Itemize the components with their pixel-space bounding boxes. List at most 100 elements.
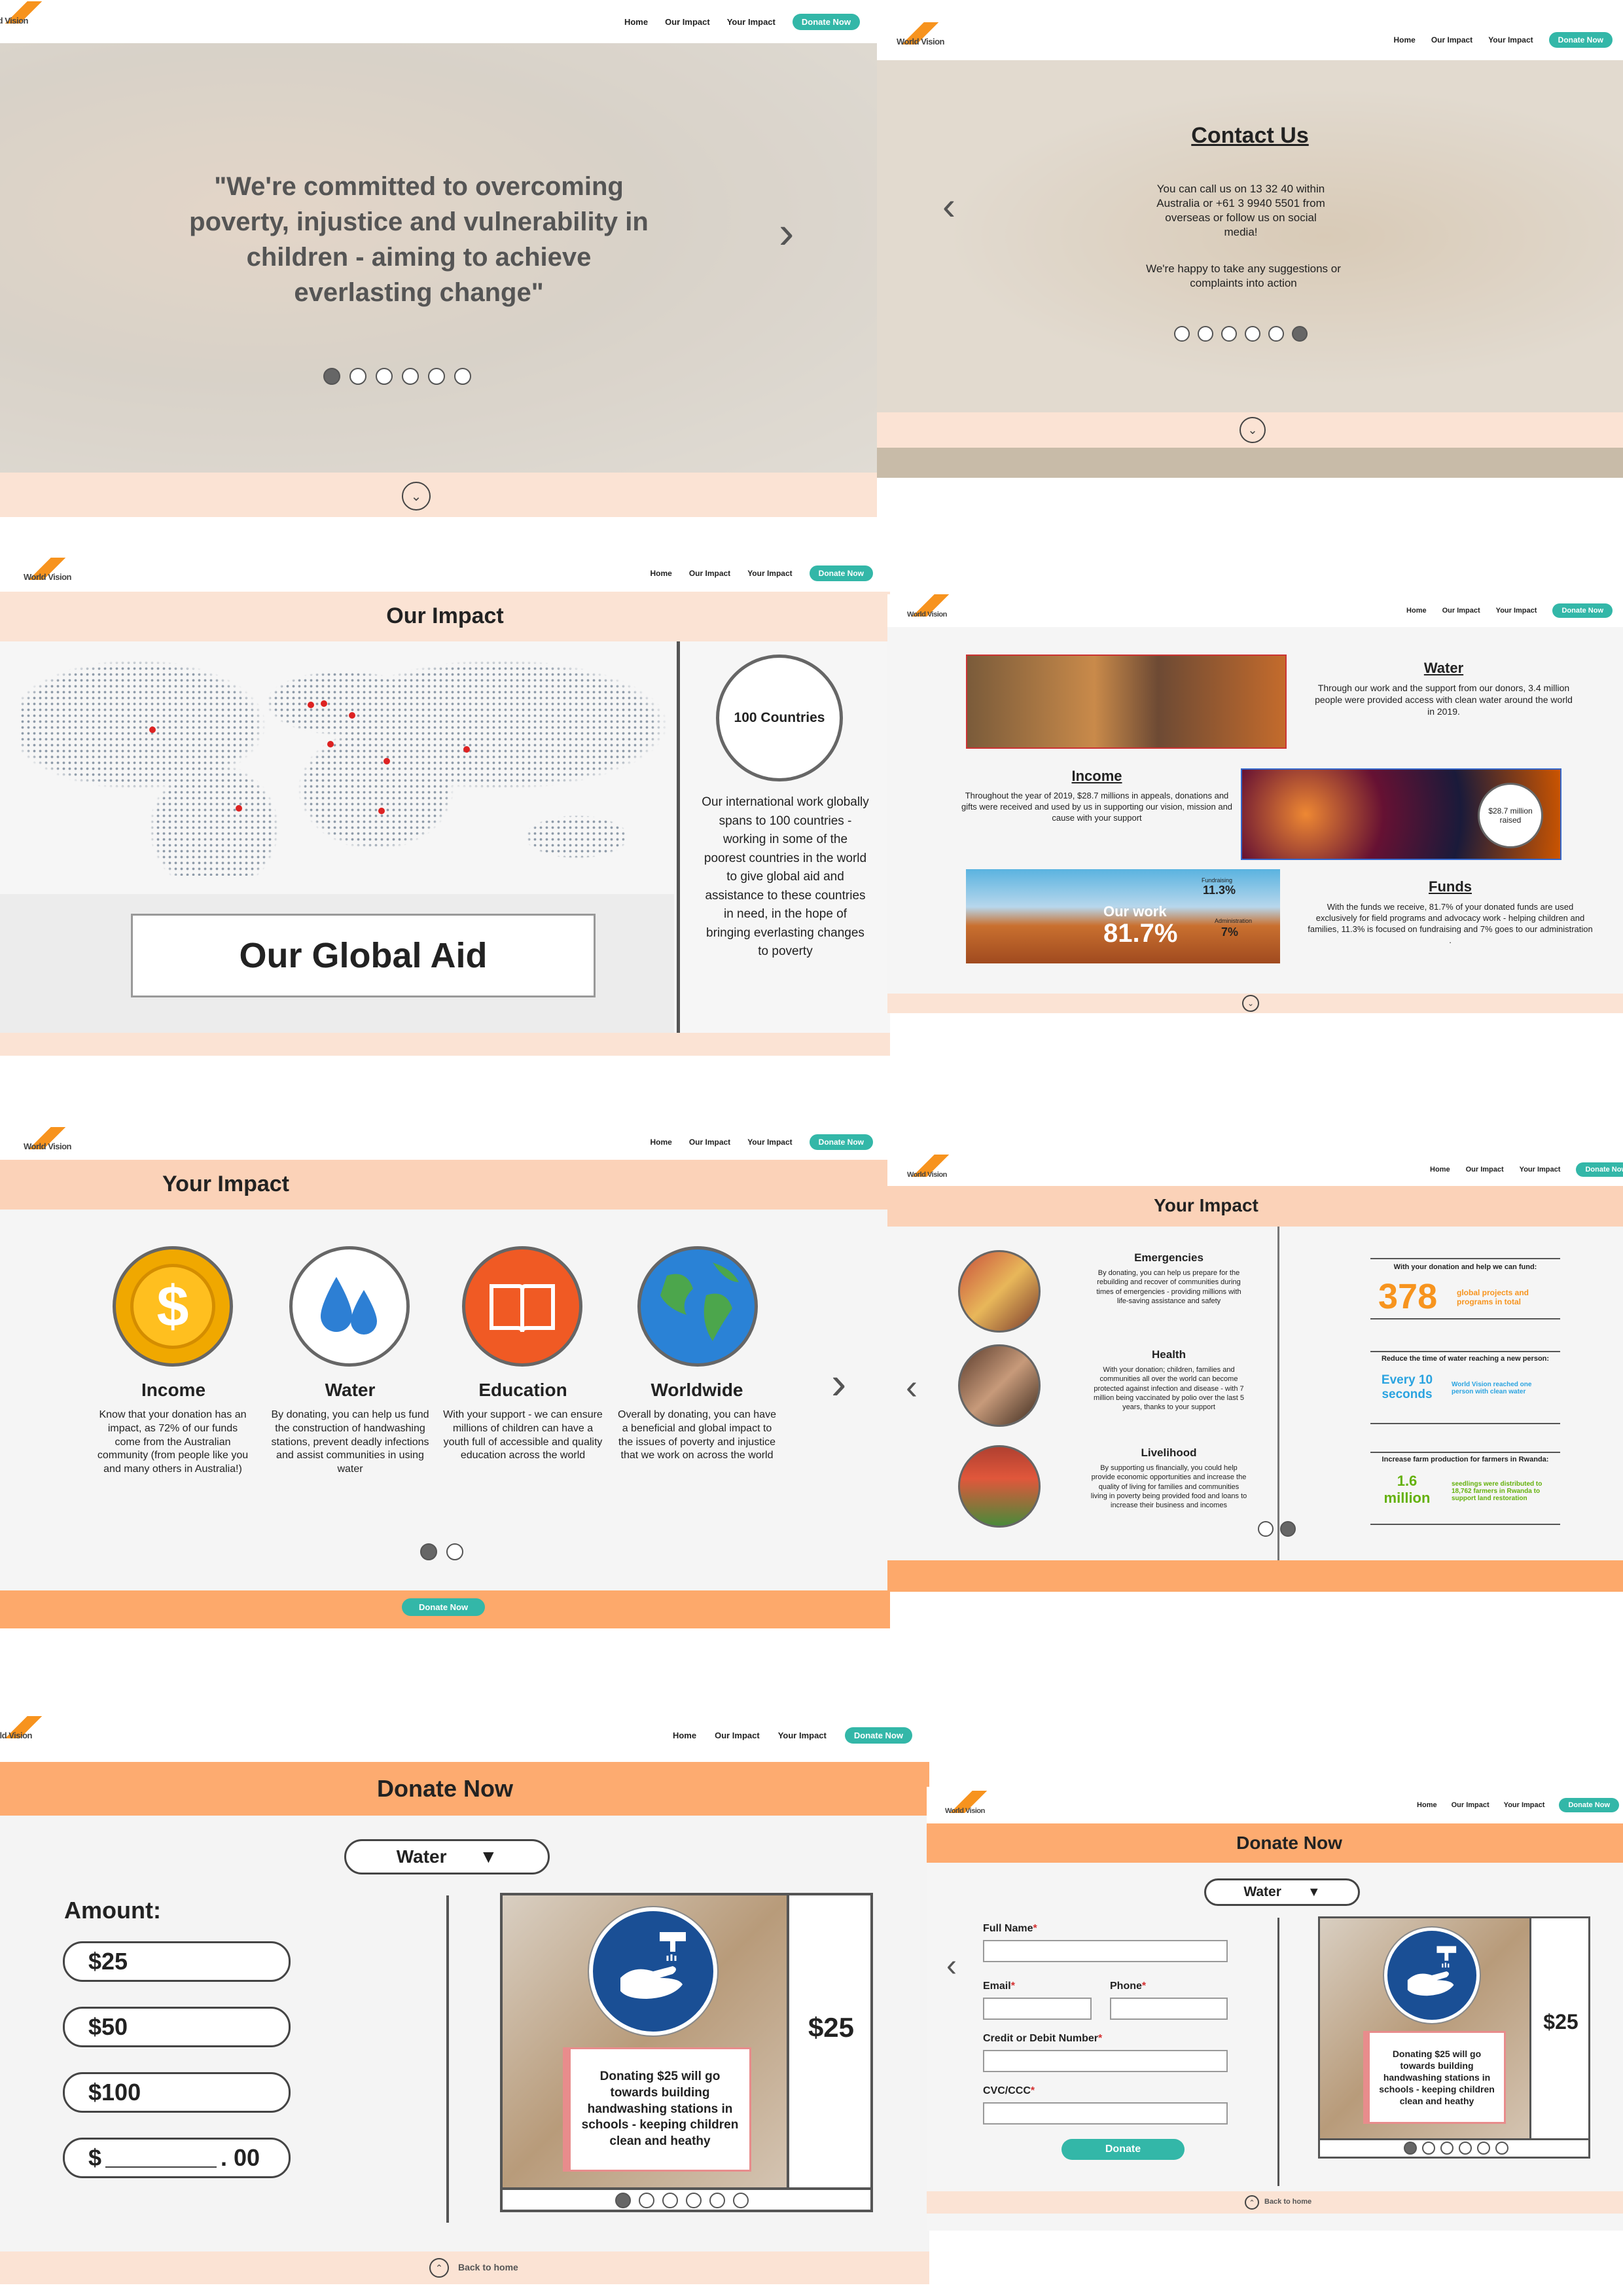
next-arrow-icon[interactable]: › bbox=[831, 1360, 846, 1406]
card-number-input[interactable] bbox=[983, 2050, 1228, 2072]
carousel-dot[interactable] bbox=[686, 2193, 702, 2208]
world-vision-logo[interactable]: World Vision bbox=[907, 1155, 953, 1179]
custom-amount-field[interactable] bbox=[105, 2148, 217, 2168]
nav-your-impact[interactable]: Your Impact bbox=[778, 1731, 827, 1740]
email-input[interactable] bbox=[983, 1998, 1092, 2020]
world-vision-logo[interactable]: World Vision bbox=[24, 1127, 71, 1151]
nav-our-impact[interactable]: Our Impact bbox=[689, 1138, 730, 1147]
nav-home[interactable]: Home bbox=[673, 1731, 696, 1740]
cvc-input[interactable] bbox=[983, 2102, 1228, 2125]
prev-arrow-icon[interactable]: ‹ bbox=[946, 1950, 957, 1982]
amount-option-100[interactable]: $100 bbox=[63, 2072, 291, 2113]
chevron-down-icon[interactable]: ⌄ bbox=[1242, 995, 1259, 1012]
chevron-down-icon[interactable]: ⌄ bbox=[1240, 417, 1266, 443]
nav-your-impact[interactable]: Your Impact bbox=[1520, 1166, 1561, 1174]
prev-arrow-icon[interactable]: ‹ bbox=[942, 187, 955, 226]
carousel-dot[interactable] bbox=[1495, 2142, 1508, 2155]
nav-donate-button[interactable]: Donate Now bbox=[1576, 1162, 1623, 1177]
carousel-dot[interactable] bbox=[1422, 2142, 1435, 2155]
nav-donate-button[interactable]: Donate Now bbox=[809, 565, 873, 581]
world-vision-logo[interactable]: World Vision bbox=[24, 558, 71, 582]
chevron-up-icon[interactable]: ⌃ bbox=[1245, 2195, 1259, 2210]
full-name-input[interactable] bbox=[983, 1940, 1228, 1962]
nav-home[interactable]: Home bbox=[1406, 607, 1427, 615]
next-arrow-icon[interactable]: › bbox=[779, 209, 794, 255]
world-vision-logo[interactable]: World Vision bbox=[945, 1791, 991, 1815]
nav-your-impact[interactable]: Your Impact bbox=[727, 17, 776, 27]
carousel-dot[interactable] bbox=[1440, 2142, 1454, 2155]
carousel-dot[interactable] bbox=[1280, 1521, 1296, 1537]
carousel-dot[interactable] bbox=[454, 368, 471, 385]
carousel-dot[interactable] bbox=[1268, 326, 1284, 342]
back-to-home-link[interactable]: Back to home bbox=[458, 2262, 518, 2272]
world-vision-logo[interactable]: World Vision bbox=[0, 1716, 48, 1740]
carousel-dot[interactable] bbox=[446, 1543, 463, 1560]
nav-your-impact[interactable]: Your Impact bbox=[1496, 607, 1537, 615]
nav-our-impact[interactable]: Our Impact bbox=[1452, 1801, 1489, 1809]
nav-home[interactable]: Home bbox=[650, 569, 671, 578]
carousel-dot[interactable] bbox=[349, 368, 366, 385]
nav-donate-button[interactable]: Donate Now bbox=[1548, 32, 1613, 48]
nav-our-impact[interactable]: Our Impact bbox=[715, 1731, 760, 1740]
global-aid-box[interactable]: Our Global Aid bbox=[131, 914, 596, 997]
nav-donate-button[interactable]: Donate Now bbox=[1559, 1798, 1619, 1812]
carousel-dot[interactable] bbox=[1258, 1521, 1274, 1537]
back-to-home-link[interactable]: Back to home bbox=[1264, 2198, 1311, 2206]
world-vision-logo[interactable]: World Vision bbox=[897, 22, 944, 46]
carousel-dot[interactable] bbox=[1292, 326, 1308, 342]
carousel-dot[interactable] bbox=[323, 368, 340, 385]
emergencies-title: Emergencies bbox=[1134, 1251, 1204, 1264]
carousel-dot[interactable] bbox=[733, 2193, 749, 2208]
carousel-dot[interactable] bbox=[402, 368, 419, 385]
chevron-down-icon[interactable]: ⌄ bbox=[402, 482, 431, 511]
carousel-dot[interactable] bbox=[1459, 2142, 1472, 2155]
nav-home[interactable]: Home bbox=[1417, 1801, 1437, 1809]
carousel-dot[interactable] bbox=[1221, 326, 1237, 342]
amount-custom-input[interactable]: $ . 00 bbox=[63, 2138, 291, 2178]
carousel-dot[interactable] bbox=[1245, 326, 1260, 342]
carousel-dot[interactable] bbox=[615, 2193, 631, 2208]
panel-your-impact-2: World Vision Home Our Impact Your Impact… bbox=[887, 1153, 1623, 1592]
donate-now-button[interactable]: Donate Now bbox=[402, 1598, 486, 1616]
phone-input[interactable] bbox=[1110, 1998, 1228, 2020]
nav-donate-button[interactable]: Donate Now bbox=[792, 13, 860, 30]
nav-our-impact[interactable]: Our Impact bbox=[1442, 607, 1480, 615]
prev-arrow-icon[interactable]: ‹ bbox=[906, 1369, 918, 1405]
nav-our-impact[interactable]: Our Impact bbox=[1466, 1166, 1504, 1174]
nav-your-impact[interactable]: Your Impact bbox=[747, 1138, 792, 1147]
amount-option-50[interactable]: $50 bbox=[63, 2007, 291, 2047]
carousel-dot[interactable] bbox=[1404, 2142, 1417, 2155]
carousel-dots bbox=[323, 368, 471, 385]
nav-donate-button[interactable]: Donate Now bbox=[809, 1134, 873, 1150]
carousel-dot[interactable] bbox=[376, 368, 393, 385]
nav-donate-button[interactable]: Donate Now bbox=[1552, 603, 1613, 618]
water-drop-icon bbox=[289, 1246, 410, 1367]
cause-select[interactable]: Water ▼ bbox=[344, 1839, 550, 1874]
nav-home[interactable]: Home bbox=[1393, 35, 1415, 45]
nav-home[interactable]: Home bbox=[624, 17, 648, 27]
donate-submit-button[interactable]: Donate bbox=[1061, 2139, 1185, 2160]
carousel-dot[interactable] bbox=[662, 2193, 678, 2208]
world-vision-logo[interactable]: World Vision bbox=[0, 1, 48, 26]
nav-your-impact[interactable]: Your Impact bbox=[1488, 35, 1533, 45]
carousel-dot[interactable] bbox=[1198, 326, 1213, 342]
nav-home[interactable]: Home bbox=[1430, 1166, 1450, 1174]
carousel-dot[interactable] bbox=[709, 2193, 725, 2208]
water-title: Water bbox=[1423, 660, 1464, 676]
nav-your-impact[interactable]: Your Impact bbox=[1504, 1801, 1545, 1809]
amount-option-25[interactable]: $25 bbox=[63, 1941, 291, 1982]
carousel-dot[interactable] bbox=[428, 368, 445, 385]
carousel-dot[interactable] bbox=[420, 1543, 437, 1560]
chevron-up-icon[interactable]: ⌃ bbox=[429, 2258, 449, 2278]
nav-our-impact[interactable]: Our Impact bbox=[1431, 35, 1472, 45]
nav-donate-button[interactable]: Donate Now bbox=[844, 1727, 912, 1744]
nav-home[interactable]: Home bbox=[650, 1138, 671, 1147]
carousel-dot[interactable] bbox=[639, 2193, 654, 2208]
nav-your-impact[interactable]: Your Impact bbox=[747, 569, 792, 578]
nav-our-impact[interactable]: Our Impact bbox=[689, 569, 730, 578]
cause-select[interactable]: Water ▼ bbox=[1204, 1878, 1360, 1906]
world-vision-logo[interactable]: World Vision bbox=[907, 594, 953, 619]
carousel-dot[interactable] bbox=[1477, 2142, 1490, 2155]
carousel-dot[interactable] bbox=[1174, 326, 1190, 342]
nav-our-impact[interactable]: Our Impact bbox=[665, 17, 710, 27]
